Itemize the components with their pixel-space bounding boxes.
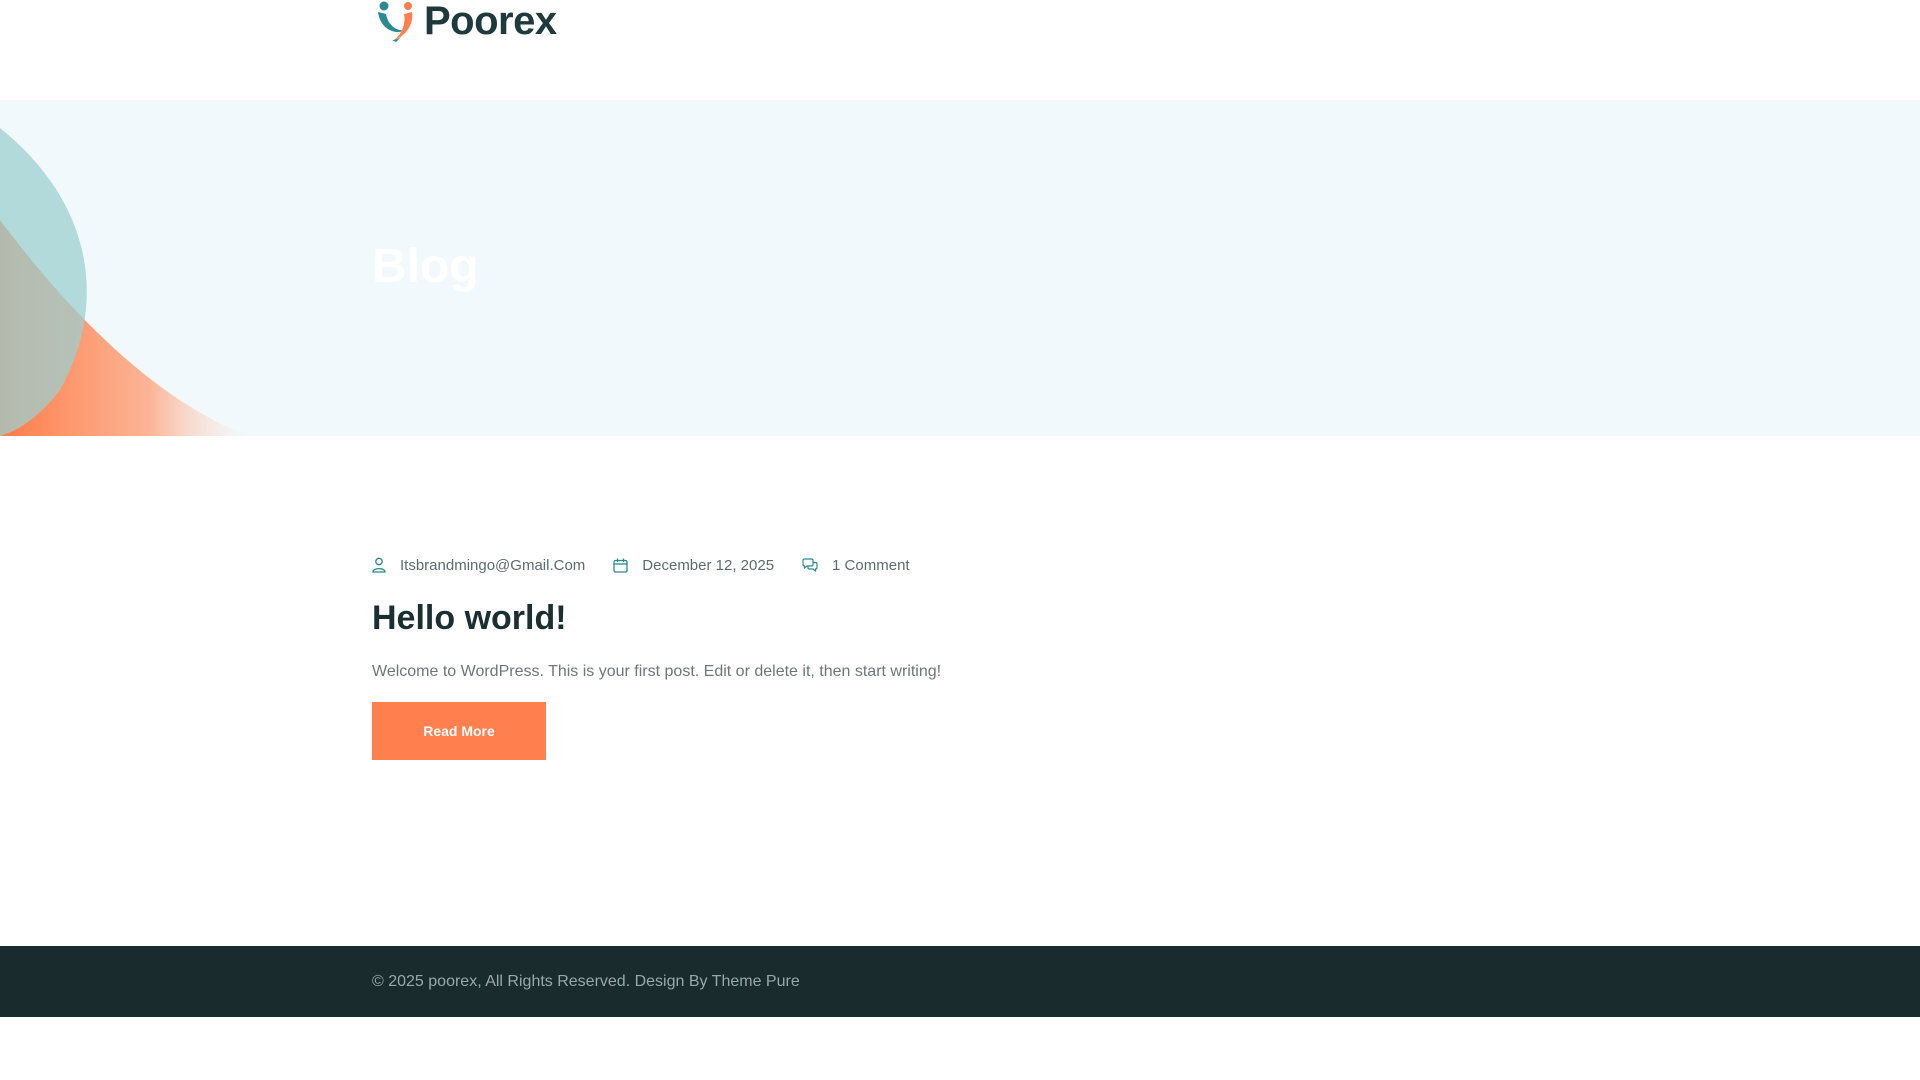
site-header: Poorex xyxy=(0,0,1920,100)
read-more-button[interactable]: Read More xyxy=(372,702,546,760)
post-comments[interactable]: 1 Comment xyxy=(802,557,910,574)
post-date[interactable]: December 12, 2025 xyxy=(613,557,774,574)
site-footer: © 2025 poorex, All Rights Reserved. Desi… xyxy=(0,946,1920,1017)
post-author[interactable]: Itsbrandmingo@Gmail.Com xyxy=(372,557,585,574)
page: Poorex Blog Itsbrandmingo@Gmail.Com Dece… xyxy=(0,0,1920,1080)
comment-icon xyxy=(802,558,818,572)
post-author-label: Itsbrandmingo@Gmail.Com xyxy=(400,556,586,574)
poorex-logo-icon xyxy=(378,1,413,42)
hero-decoration xyxy=(0,128,250,436)
post-meta: Itsbrandmingo@Gmail.Com December 12, 202… xyxy=(372,552,1548,578)
blog-post: Itsbrandmingo@Gmail.Com December 12, 202… xyxy=(372,552,1548,760)
page-title: Blog xyxy=(372,240,479,293)
logo-text: Poorex xyxy=(424,0,557,43)
site-logo[interactable]: Poorex xyxy=(372,0,557,42)
calendar-icon xyxy=(613,558,628,573)
post-excerpt: Welcome to WordPress. This is your first… xyxy=(372,663,942,680)
page-hero: Blog xyxy=(0,100,1920,436)
post-title[interactable]: Hello world! xyxy=(372,598,1548,638)
user-icon xyxy=(372,557,386,573)
footer-copyright: © 2025 poorex, All Rights Reserved. Desi… xyxy=(372,973,800,990)
post-comments-label: 1 Comment xyxy=(832,556,910,574)
post-date-label: December 12, 2025 xyxy=(642,556,775,574)
